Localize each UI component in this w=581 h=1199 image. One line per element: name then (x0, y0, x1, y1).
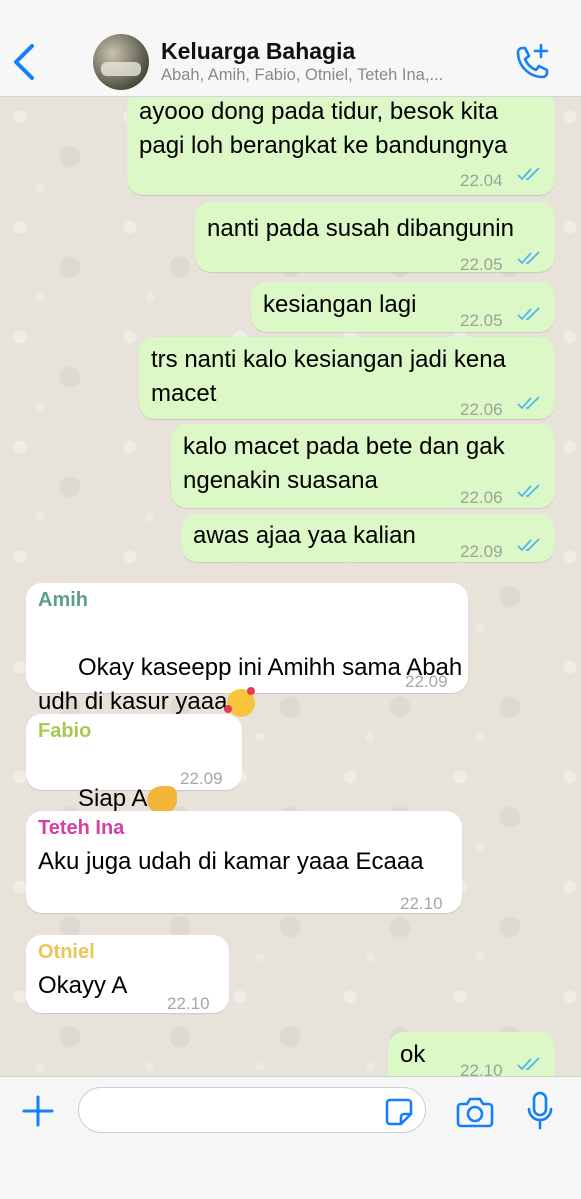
chat-area[interactable]: ayooo dong pada tidur, besok kita pagi l… (0, 97, 581, 1076)
message-input-bar (0, 1076, 581, 1199)
message-time: 22.10 (167, 994, 210, 1013)
sender-name[interactable]: Teteh Ina (38, 815, 124, 841)
message-bubble[interactable]: ok 22.10 (388, 1032, 555, 1076)
message-bubble[interactable]: nanti pada susah dibangunin 22.05 (195, 202, 555, 274)
message-bubble[interactable]: trs nanti kalo kesiangan jadi kena macet… (139, 337, 555, 419)
group-members[interactable]: Abah, Amih, Fabio, Otniel, Teteh Ina,... (161, 66, 501, 85)
sticker-icon (385, 1098, 413, 1126)
message-bubble[interactable]: ayooo dong pada tidur, besok kita pagi l… (127, 97, 555, 195)
back-button[interactable] (10, 40, 38, 84)
message-bubble[interactable]: Teteh Ina Aku juga udah di kamar yaaa Ec… (26, 811, 462, 913)
microphone-icon (527, 1091, 553, 1130)
message-text: kalo macet pada bete dan gak ngenakin su… (183, 433, 505, 494)
pointing-hand-icon (147, 785, 178, 814)
message-text: awas ajaa yaa kalian (193, 522, 416, 549)
read-ticks-icon (517, 396, 540, 410)
chat-header: Keluarga Bahagia Abah, Amih, Fabio, Otni… (0, 0, 581, 97)
read-ticks-icon (517, 251, 540, 265)
microphone-button[interactable] (527, 1091, 553, 1131)
sender-name[interactable]: Amih (38, 587, 88, 613)
plus-icon (22, 1095, 54, 1127)
add-call-button[interactable] (510, 42, 552, 84)
message-bubble[interactable]: kalo macet pada bete dan gak ngenakin su… (171, 424, 555, 508)
message-time: 22.05 (460, 311, 503, 330)
read-ticks-icon (517, 167, 540, 181)
sender-name[interactable]: Fabio (38, 718, 91, 744)
message-time: 22.10 (400, 894, 443, 913)
group-avatar[interactable] (93, 34, 149, 90)
attach-button[interactable] (20, 1093, 56, 1129)
message-time: 22.09 (180, 769, 223, 788)
message-time: 22.04 (460, 171, 503, 190)
message-bubble[interactable]: kesiangan lagi 22.05 (251, 282, 555, 332)
read-ticks-icon (517, 538, 540, 552)
message-text: kesiangan lagi (263, 291, 417, 318)
add-call-icon (516, 43, 549, 79)
group-title[interactable]: Keluarga Bahagia (161, 38, 355, 65)
message-bubble[interactable]: awas ajaa yaa kalian 22.09 (181, 514, 555, 562)
read-ticks-icon (517, 307, 540, 321)
message-text: nanti pada susah dibangunin (207, 215, 514, 242)
message-input[interactable] (78, 1087, 426, 1133)
message-text: ok (400, 1041, 426, 1068)
message-bubble[interactable]: Otniel Okayy A 22.10 (26, 935, 229, 1013)
camera-icon (456, 1097, 494, 1128)
message-time: 22.05 (460, 255, 503, 274)
sticker-button[interactable] (384, 1097, 414, 1127)
read-ticks-icon (517, 1057, 540, 1071)
message-time: 22.10 (460, 1061, 503, 1076)
read-ticks-icon (517, 484, 540, 498)
message-text: trs nanti kalo kesiangan jadi kena macet (151, 346, 506, 407)
message-text: ayooo dong pada tidur, besok kita pagi l… (139, 98, 508, 159)
message-bubble[interactable]: Amih Okay kaseepp ini Amihh sama Abah ud… (26, 583, 468, 717)
camera-button[interactable] (456, 1095, 494, 1129)
chevron-left-icon (14, 44, 34, 80)
message-text-content: Siap A (78, 785, 148, 812)
smiling-face-with-hearts-icon (224, 686, 256, 717)
message-time: 22.06 (460, 488, 503, 507)
message-text: Aku juga udah di kamar yaaa Ecaaa (38, 848, 424, 875)
message-text: Okayy A (38, 972, 128, 999)
message-time: 22.09 (460, 542, 503, 561)
message-bubble[interactable]: Fabio Siap A 22.09 (26, 714, 242, 814)
message-time: 22.09 (405, 672, 448, 691)
sender-name[interactable]: Otniel (38, 939, 95, 965)
message-time: 22.06 (460, 400, 503, 419)
